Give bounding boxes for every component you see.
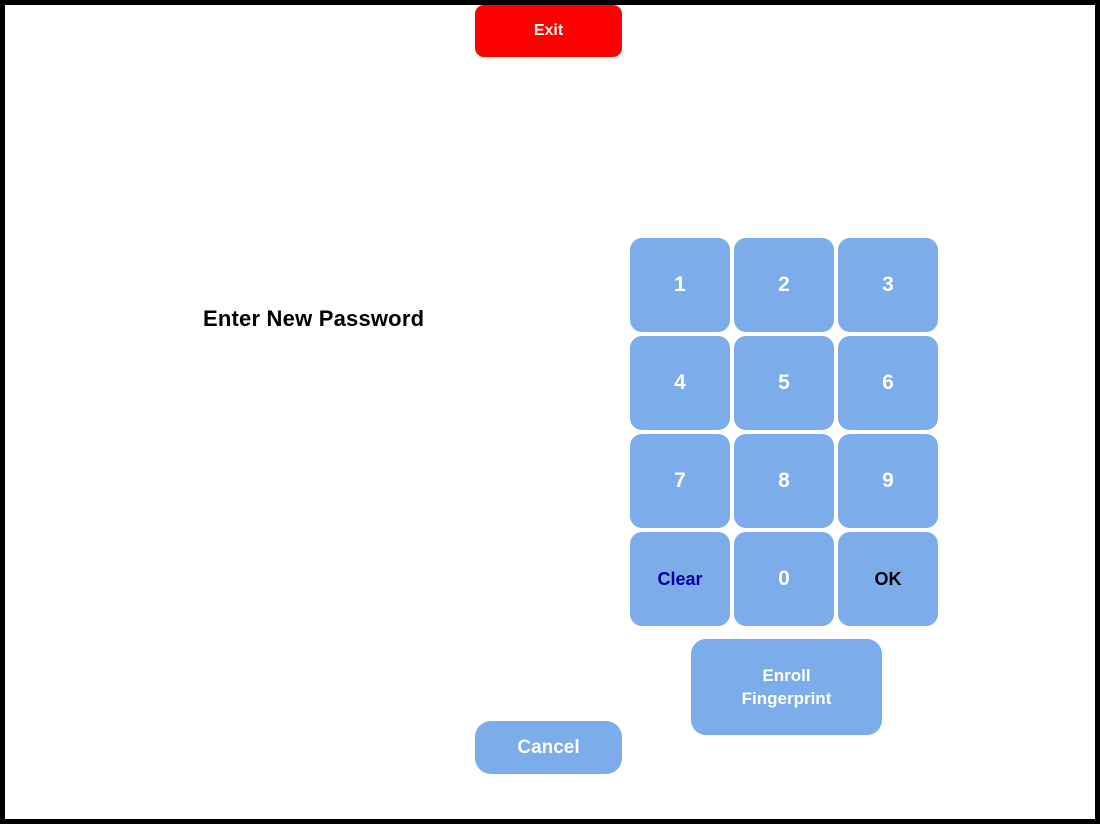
- key-6[interactable]: 6: [838, 336, 938, 430]
- key-9[interactable]: 9: [838, 434, 938, 528]
- key-4[interactable]: 4: [630, 336, 730, 430]
- key-clear[interactable]: Clear: [630, 532, 730, 626]
- key-7[interactable]: 7: [630, 434, 730, 528]
- key-8[interactable]: 8: [734, 434, 834, 528]
- key-ok[interactable]: OK: [838, 532, 938, 626]
- enroll-fingerprint-button[interactable]: Enroll Fingerprint: [691, 639, 882, 735]
- key-0[interactable]: 0: [734, 532, 834, 626]
- enter-new-password-label: Enter New Password: [203, 306, 425, 331]
- numeric-keypad: 1 2 3 4 5 6 7 8 9 Clear 0 OK: [630, 238, 938, 626]
- cancel-button[interactable]: Cancel: [475, 721, 622, 774]
- exit-button[interactable]: Exit: [475, 5, 622, 57]
- enroll-fingerprint-label-line1: Enroll: [762, 666, 811, 685]
- key-5[interactable]: 5: [734, 336, 834, 430]
- password-entry-screen: Exit Enter New Password 1 2 3 4 5 6 7 8 …: [5, 5, 1095, 819]
- key-2[interactable]: 2: [734, 238, 834, 332]
- enroll-fingerprint-label-line2: Fingerprint: [741, 689, 832, 708]
- key-1[interactable]: 1: [630, 238, 730, 332]
- key-3[interactable]: 3: [838, 238, 938, 332]
